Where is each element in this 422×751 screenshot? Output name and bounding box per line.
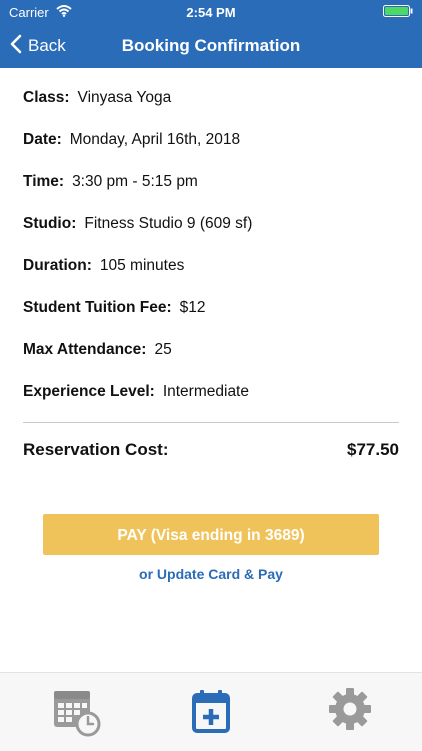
status-time: 2:54 PM [186, 5, 236, 20]
detail-row-class: Class: Vinyasa Yoga [23, 82, 399, 124]
detail-label: Max Attendance: [23, 341, 147, 358]
detail-value: Vinyasa Yoga [77, 89, 172, 106]
detail-row-date: Date: Monday, April 16th, 2018 [23, 124, 399, 166]
detail-label: Date: [23, 131, 62, 148]
detail-value: 105 minutes [99, 257, 185, 274]
battery-icon [383, 5, 413, 17]
detail-value: Fitness Studio 9 (609 sf) [84, 215, 253, 232]
detail-label: Experience Level: [23, 383, 155, 400]
detail-label: Student Tuition Fee: [23, 299, 172, 316]
reservation-cost-row: Reservation Cost: $77.50 [23, 440, 399, 460]
detail-row-tuition-fee: Student Tuition Fee: $12 [23, 292, 399, 334]
calendar-add-icon [186, 687, 236, 737]
detail-label: Class: [23, 89, 70, 106]
tab-bar [0, 672, 422, 751]
page-title: Booking Confirmation [121, 36, 301, 55]
divider [23, 422, 399, 423]
calendar-clock-icon [52, 687, 102, 737]
detail-value: $12 [179, 299, 206, 316]
detail-row-max-attendance: Max Attendance: 25 [23, 334, 399, 376]
detail-value: 3:30 pm - 5:15 pm [72, 173, 198, 190]
gear-icon [325, 687, 375, 737]
detail-label: Studio: [23, 215, 77, 232]
detail-value: Intermediate [162, 383, 249, 400]
detail-label: Duration: [23, 257, 92, 274]
detail-value: 25 [154, 341, 172, 358]
detail-row-time: Time: 3:30 pm - 5:15 pm [23, 166, 399, 208]
update-card-link[interactable]: or Update Card & Pay [0, 566, 422, 582]
reservation-cost-amount: $77.50 [347, 440, 399, 459]
tab-schedule[interactable] [52, 687, 102, 737]
detail-value: Monday, April 16th, 2018 [69, 131, 241, 148]
tab-settings[interactable] [325, 687, 375, 737]
nav-bar: Back Booking Confirmation [0, 24, 422, 68]
detail-row-duration: Duration: 105 minutes [23, 250, 399, 292]
reservation-cost-label: Reservation Cost: [23, 440, 169, 459]
tab-book-class[interactable] [186, 687, 236, 737]
status-bar: Carrier 2:54 PM [0, 0, 422, 24]
detail-row-experience-level: Experience Level: Intermediate [23, 376, 399, 418]
pay-button[interactable]: PAY (Visa ending in 3689) [43, 514, 379, 555]
booking-details: Class: Vinyasa Yoga Date: Monday, April 16… [23, 82, 399, 418]
detail-row-studio: Studio: Fitness Studio 9 (609 sf) [23, 208, 399, 250]
detail-label: Time: [23, 173, 65, 190]
